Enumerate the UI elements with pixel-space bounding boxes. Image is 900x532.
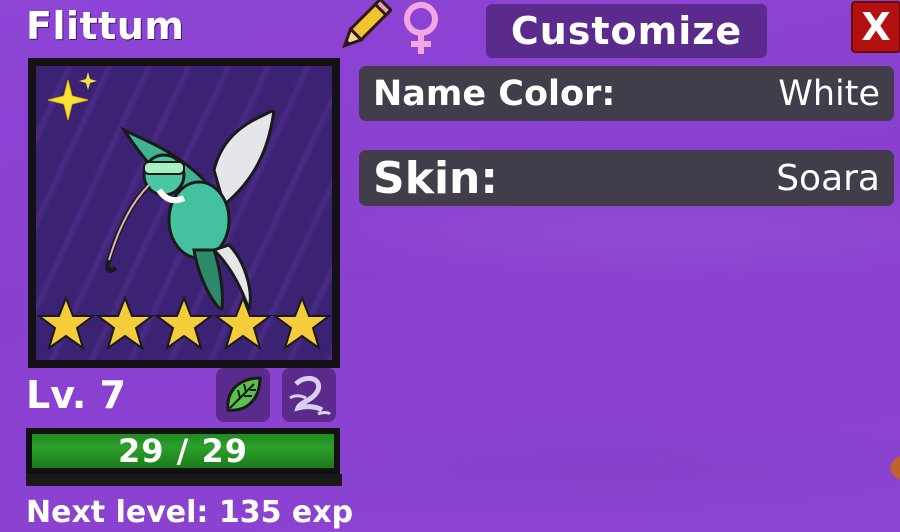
star-icon	[272, 295, 332, 351]
creature-portrait	[28, 58, 340, 368]
skin-label: Skin:	[373, 152, 498, 204]
star-icon	[95, 295, 155, 351]
star-icon	[36, 295, 96, 351]
skin-option[interactable]: Skin: Soara	[359, 150, 894, 206]
star-icon	[213, 295, 273, 351]
name-color-option[interactable]: Name Color: White	[359, 66, 894, 121]
name-color-label: Name Color:	[373, 73, 616, 114]
creature-sprite	[105, 110, 276, 310]
type-badge-grass[interactable]	[216, 368, 270, 422]
type-badge-wind[interactable]	[282, 368, 336, 422]
exp-bar	[26, 474, 342, 486]
pencil-icon[interactable]	[336, 0, 392, 54]
skin-value: Soara	[776, 157, 880, 199]
female-icon[interactable]	[396, 0, 446, 56]
star-icon	[154, 295, 214, 351]
name-color-value: White	[778, 73, 880, 114]
leaf-decoration	[890, 456, 900, 480]
close-button[interactable]: X	[851, 1, 900, 53]
next-level-text: Next level: 135 exp	[26, 495, 354, 530]
leaf-icon	[226, 376, 262, 412]
wind-icon	[289, 375, 332, 416]
star-rating	[36, 295, 332, 351]
hp-bar: 29 / 29	[26, 428, 340, 474]
creature-level: Lv. 7	[26, 373, 126, 417]
customize-button[interactable]: Customize	[486, 4, 767, 58]
sparkle-icon	[48, 72, 97, 121]
creature-name: Flittum	[26, 4, 185, 48]
hp-text: 29 / 29	[117, 432, 249, 470]
